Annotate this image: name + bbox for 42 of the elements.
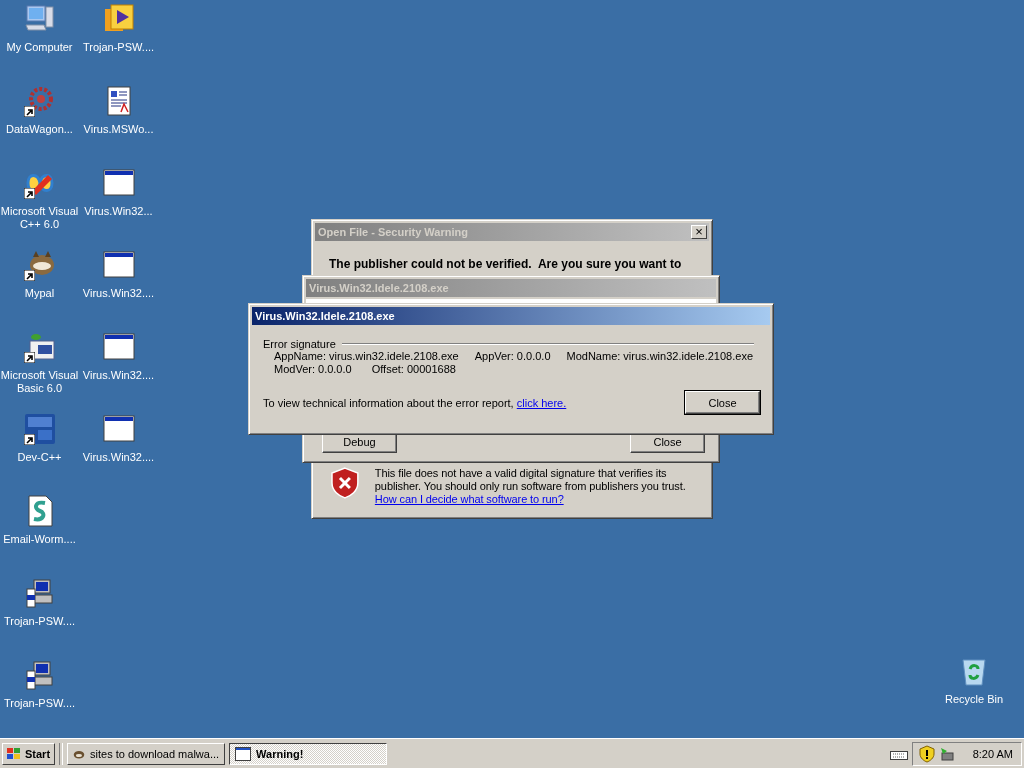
window-title: Virus.Win32.Idele.2108.exe bbox=[309, 282, 449, 294]
desktop-icon-label[interactable]: Trojan-PSW.... bbox=[0, 615, 82, 628]
windows-flag-icon bbox=[6, 746, 22, 761]
desktop-icon-label[interactable]: Microsoft Visual Basic 6.0 bbox=[0, 369, 82, 395]
shortcut-arrow-icon bbox=[23, 270, 35, 281]
application-window-icon bbox=[102, 167, 135, 199]
desktop-icon-label[interactable]: Email-Worm.... bbox=[0, 533, 82, 546]
info-text: To view technical information about the error report, click here. bbox=[263, 396, 567, 409]
security-shield-icon[interactable] bbox=[918, 744, 935, 763]
desktop-icon-label[interactable]: Recycle Bin bbox=[932, 693, 1016, 706]
start-button[interactable]: Start bbox=[2, 742, 56, 765]
security-shield-icon bbox=[331, 467, 359, 499]
signature-field: Offset: 00001688 bbox=[371, 363, 456, 376]
application-window-icon bbox=[102, 413, 135, 445]
signature-field: ModVer: 0.0.0.0 bbox=[274, 363, 352, 376]
application-window-icon bbox=[102, 249, 135, 281]
window-title: Virus.Win32.Idele.2108.exe bbox=[255, 310, 395, 322]
desktop-icon-label[interactable]: Trojan-PSW.... bbox=[0, 697, 82, 710]
details-link[interactable]: click here. bbox=[516, 396, 567, 409]
computer-icon bbox=[23, 577, 56, 609]
network-icon[interactable] bbox=[938, 745, 955, 762]
clock: 8:20 AM bbox=[972, 747, 1013, 760]
warning-heading: The publisher could not be verified. Are you sure you want to bbox=[329, 257, 683, 271]
application-window-icon bbox=[102, 331, 135, 363]
signature-field: AppVer: 0.0.0.0 bbox=[474, 350, 551, 363]
signature-field: AppName: virus.win32.idele.2108.exe bbox=[274, 350, 459, 363]
warning-message: This file does not have a valid digital signature that verifies its publisher. You should only run software from publishers you trust. bbox=[374, 467, 687, 493]
signature-field: ModName: virus.win32.idele.2108.exe bbox=[566, 350, 753, 363]
help-link[interactable]: How can I decide what software to run? bbox=[374, 493, 564, 505]
close-button[interactable]: × bbox=[691, 225, 707, 239]
shortcut-arrow-icon bbox=[23, 188, 35, 199]
shortcut-arrow-icon bbox=[23, 106, 35, 117]
window-title: Open File - Security Warning bbox=[318, 226, 468, 238]
group-label: Error signature bbox=[263, 338, 336, 350]
close-button[interactable]: Close bbox=[685, 391, 760, 414]
taskbar-button[interactable]: sites to download malwa... bbox=[67, 742, 226, 765]
desktop-icon-label[interactable]: Microsoft Visual C++ 6.0 bbox=[0, 205, 82, 231]
computer-icon bbox=[23, 659, 56, 691]
taskbar-button[interactable]: Warning! bbox=[229, 742, 388, 765]
shortcut-arrow-icon bbox=[23, 352, 35, 363]
shortcut-arrow-icon bbox=[23, 434, 35, 445]
window-icon bbox=[235, 746, 252, 761]
